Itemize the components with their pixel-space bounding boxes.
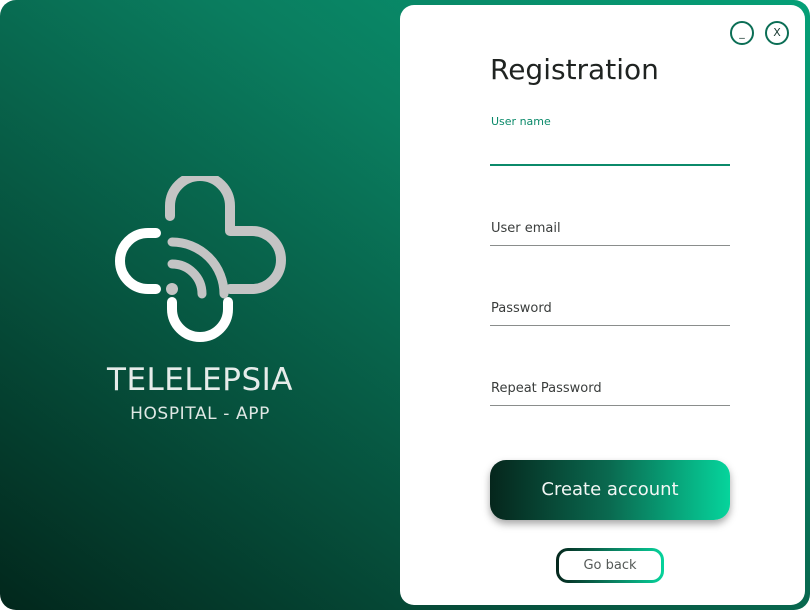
password-underline [490, 325, 730, 326]
password-field: Password [490, 297, 730, 337]
medical-cross-wifi-icon [115, 176, 286, 342]
email-field: User email [490, 217, 730, 257]
app-window: TELELEPSIA HOSPITAL - APP _ X Registrati… [0, 0, 810, 610]
username-input[interactable] [490, 137, 730, 159]
brand-title: TELELEPSIA [107, 362, 293, 398]
close-button[interactable]: X [765, 21, 789, 45]
email-underline [490, 245, 730, 246]
username-label: User name [491, 115, 551, 128]
create-account-button[interactable]: Create account [490, 460, 730, 520]
repeat-password-field: Repeat Password [490, 377, 730, 417]
minimize-button[interactable]: _ [730, 21, 754, 45]
go-back-button[interactable]: Go back [556, 548, 664, 583]
brand-panel: TELELEPSIA HOSPITAL - APP [0, 0, 400, 610]
username-underline [490, 164, 730, 166]
page-title: Registration [490, 53, 659, 86]
email-input[interactable] [490, 219, 730, 241]
brand-subtitle: HOSPITAL - APP [130, 404, 270, 424]
repeat-password-input[interactable] [490, 379, 730, 401]
username-field: User name [490, 113, 730, 173]
repeat-password-underline [490, 405, 730, 406]
password-input[interactable] [490, 299, 730, 321]
registration-panel: _ X Registration User name User email Pa… [400, 5, 805, 605]
